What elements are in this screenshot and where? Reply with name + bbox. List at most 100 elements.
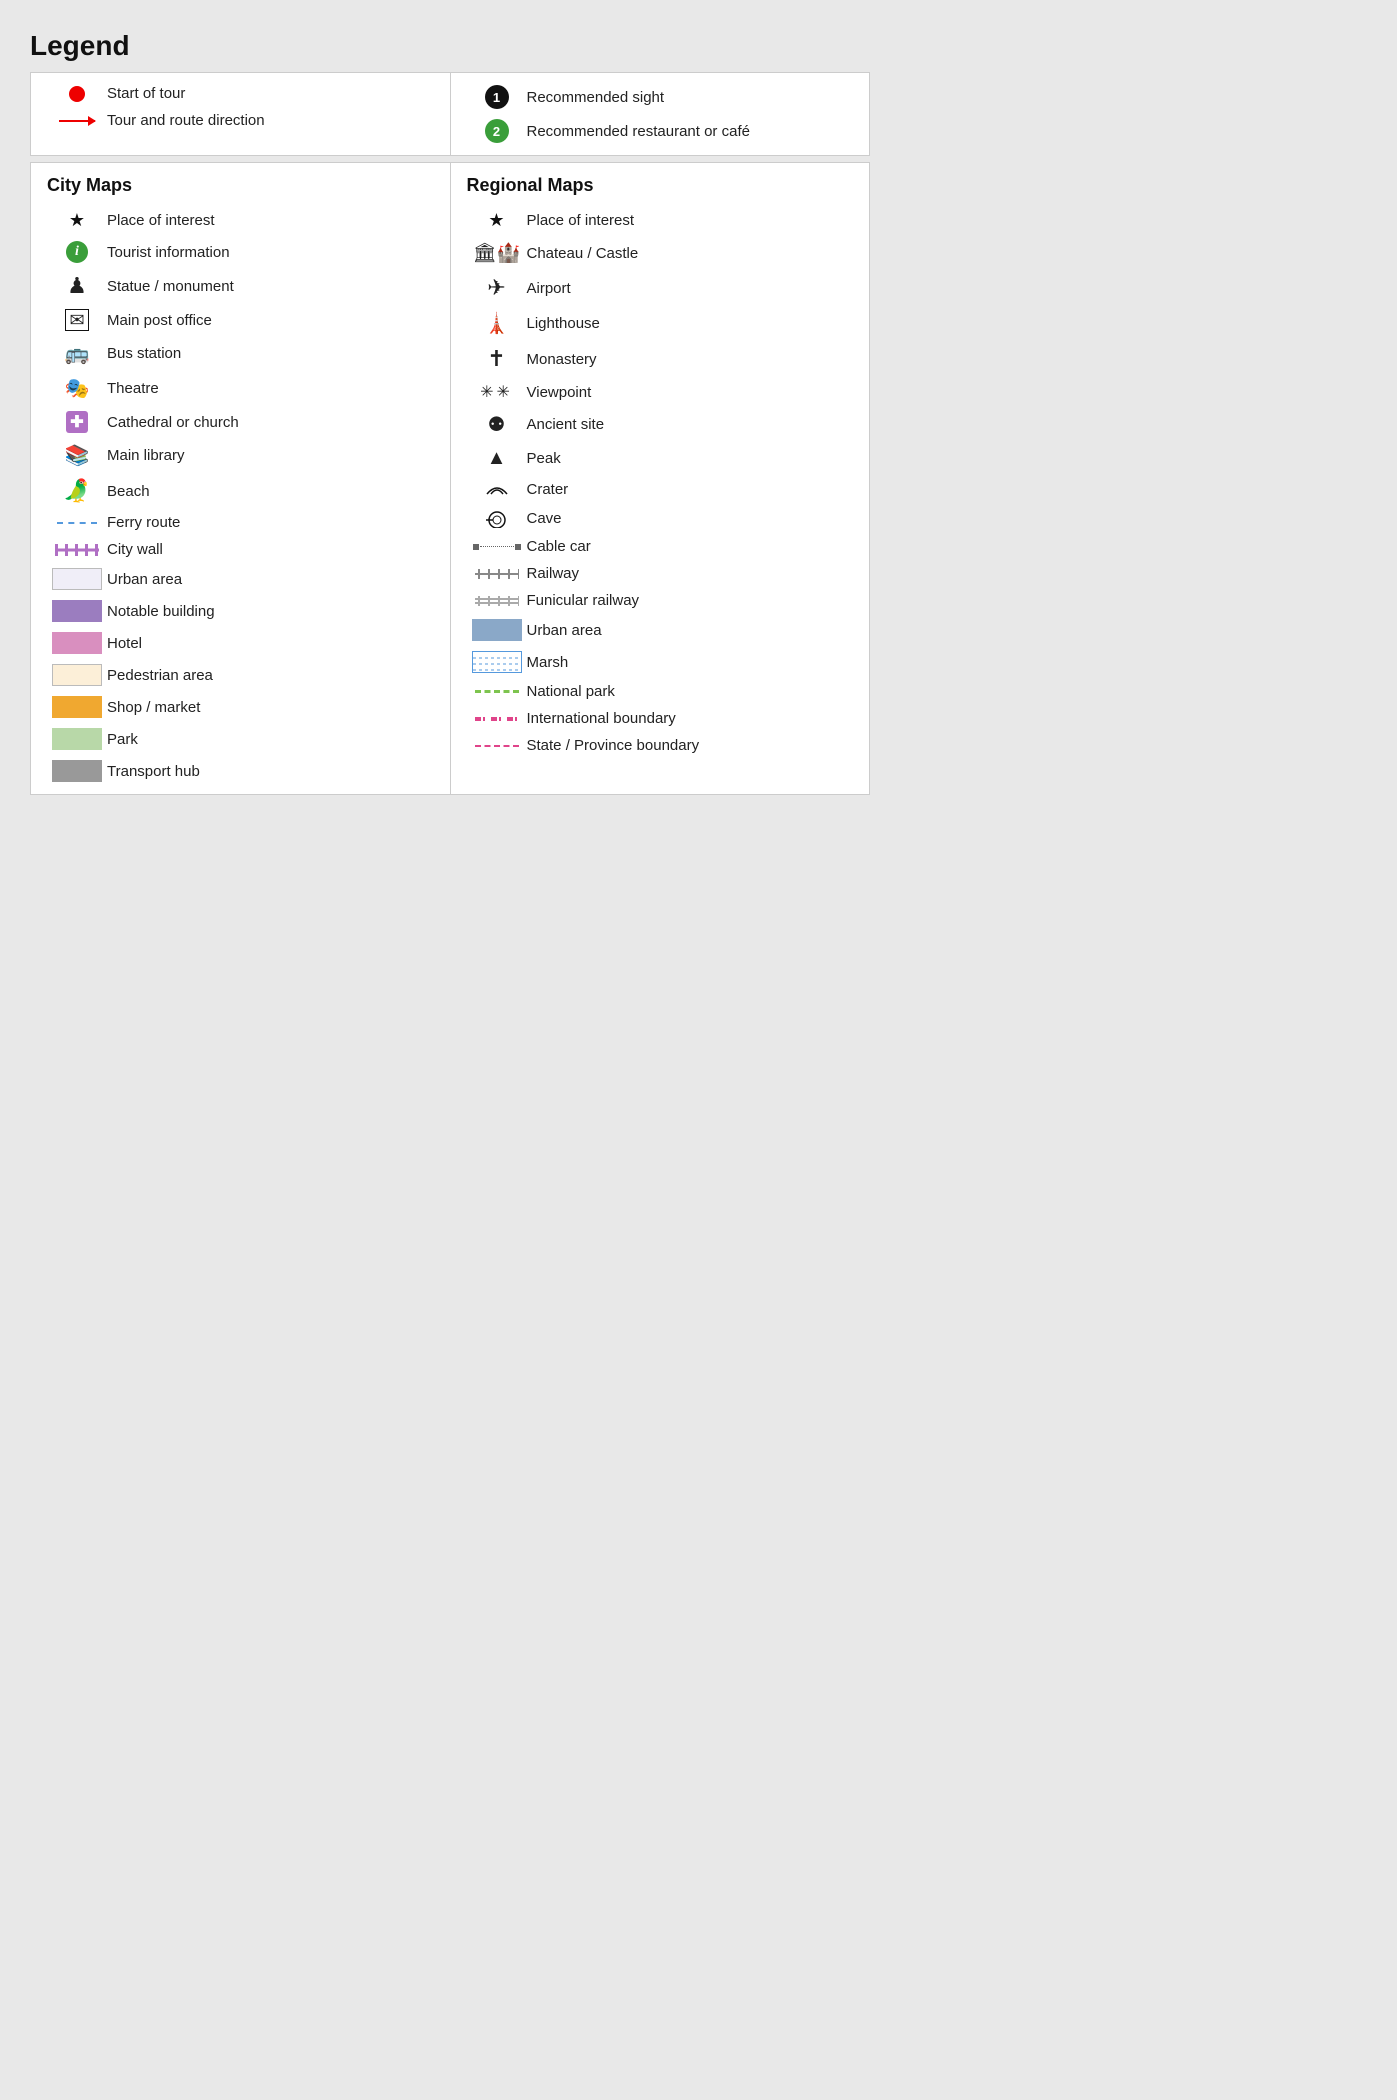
monastery-label: Monastery [527,351,854,368]
city-star-icon: ★ [47,210,107,231]
ancient-symbol: ⚉ [488,412,506,437]
recommended-sight-icon: 1 [467,85,527,109]
cave-row: Cave [467,508,854,528]
park-label: Park [107,731,434,748]
crater-label: Crater [527,481,854,498]
pedestrian-label: Pedestrian area [107,667,434,684]
ferry-route-label: Ferry route [107,514,434,531]
church-icon: ✚ [47,411,107,433]
ancient-site-row: ⚉ Ancient site [467,412,854,437]
cave-label: Cave [527,510,854,527]
lighthouse-label: Lighthouse [527,315,854,332]
post-office-label: Main post office [107,312,434,329]
recommended-legend: 1 Recommended sight 2 Recommended restau… [451,73,870,155]
theatre-row: 🎭 Theatre [47,376,434,401]
marsh-label: Marsh [527,654,854,671]
theatre-symbol: 🎭 [65,376,90,401]
theatre-label: Theatre [107,380,434,397]
bottom-section: City Maps ★ Place of interest i Tourist … [30,162,870,795]
recommended-sight-row: 1 Recommended sight [467,85,854,109]
national-park-label: National park [527,683,854,700]
funicular-symbol [475,594,519,608]
statue-symbol: ♟ [67,273,87,299]
ferry-route-row: Ferry route [47,514,434,531]
tour-direction-icon [47,120,107,122]
post-office-row: ✉ Main post office [47,309,434,331]
library-symbol: 📚 [65,443,90,468]
notable-building-row: Notable building [47,600,434,622]
castle-symbol: 🏛🏰 [473,241,521,265]
state-boundary-icon [467,745,527,747]
cable-dot-l [473,544,479,550]
legend-title: Legend [30,30,870,62]
funicular-icon [467,594,527,608]
intl-boundary-label: International boundary [527,710,854,727]
national-park-row: National park [467,683,854,700]
peak-icon: ▲ [467,447,527,470]
urban-area-icon [47,568,107,590]
shop-icon [47,696,107,718]
church-label: Cathedral or church [107,414,434,431]
beach-icon: 🦜 [47,478,107,504]
railway-icon [467,567,527,581]
city-wall-tick-5 [95,544,98,556]
castle-row: 🏛🏰 Chateau / Castle [467,241,854,265]
bus-station-label: Bus station [107,345,434,362]
circle-1-icon: 1 [485,85,509,109]
city-place-interest-label: Place of interest [107,212,434,229]
library-label: Main library [107,447,434,464]
tour-legend: Start of tour Tour and route direction [31,73,451,155]
monastery-row: ✝ Monastery [467,346,854,372]
state-boundary-line [475,745,519,747]
cave-icon [467,508,527,528]
cable-car-icon [467,544,527,550]
shop-row: Shop / market [47,696,434,718]
statue-icon: ♟ [47,273,107,299]
library-icon: 📚 [47,443,107,468]
hotel-box [52,632,102,654]
marsh-box [472,651,522,673]
intl-boundary-row: International boundary [467,710,854,727]
regional-place-interest: ★ Place of interest [467,210,854,231]
railway-symbol [475,567,519,581]
church-cross-icon: ✚ [66,411,88,433]
city-maps-section: City Maps ★ Place of interest i Tourist … [31,163,451,794]
monastery-icon: ✝ [467,346,527,372]
urban-area-box [52,568,102,590]
city-wall-tick-4 [85,544,88,556]
national-park-line [475,690,519,693]
castle-icon: 🏛🏰 [467,241,527,265]
park-box [52,728,102,750]
urban-area-row: Urban area [47,568,434,590]
funicular-row: Funicular railway [467,592,854,609]
red-dot-icon [69,86,85,102]
regional-maps-section: Regional Maps ★ Place of interest 🏛🏰 Cha… [451,163,870,794]
ferry-dashes-symbol [57,522,97,524]
cable-dotted-line [480,546,514,547]
cable-car-label: Cable car [527,538,854,555]
circle-2-icon: 2 [485,119,509,143]
monastery-symbol: ✝ [487,346,505,372]
city-wall-label: City wall [107,541,434,558]
cable-car-row: Cable car [467,538,854,555]
viewpoint-symbol: ✳✳ [480,382,513,402]
lighthouse-icon: 🗼 [467,311,527,336]
beach-row: 🦜 Beach [47,478,434,504]
state-boundary-label: State / Province boundary [527,737,854,754]
shop-label: Shop / market [107,699,434,716]
notable-building-box [52,600,102,622]
urban-area-label: Urban area [107,571,434,588]
info-circle-icon: i [66,241,88,263]
statue-row: ♟ Statue / monument [47,273,434,299]
library-row: 📚 Main library [47,443,434,468]
notable-building-icon [47,600,107,622]
beach-label: Beach [107,483,434,500]
transport-hub-row: Transport hub [47,760,434,782]
tour-direction-label: Tour and route direction [107,112,434,129]
peak-symbol: ▲ [487,447,507,470]
start-of-tour-label: Start of tour [107,85,434,102]
bus-symbol: 🚌 [65,341,90,366]
hotel-row: Hotel [47,632,434,654]
start-of-tour-row: Start of tour [47,85,434,102]
recommended-sight-label: Recommended sight [527,89,854,106]
